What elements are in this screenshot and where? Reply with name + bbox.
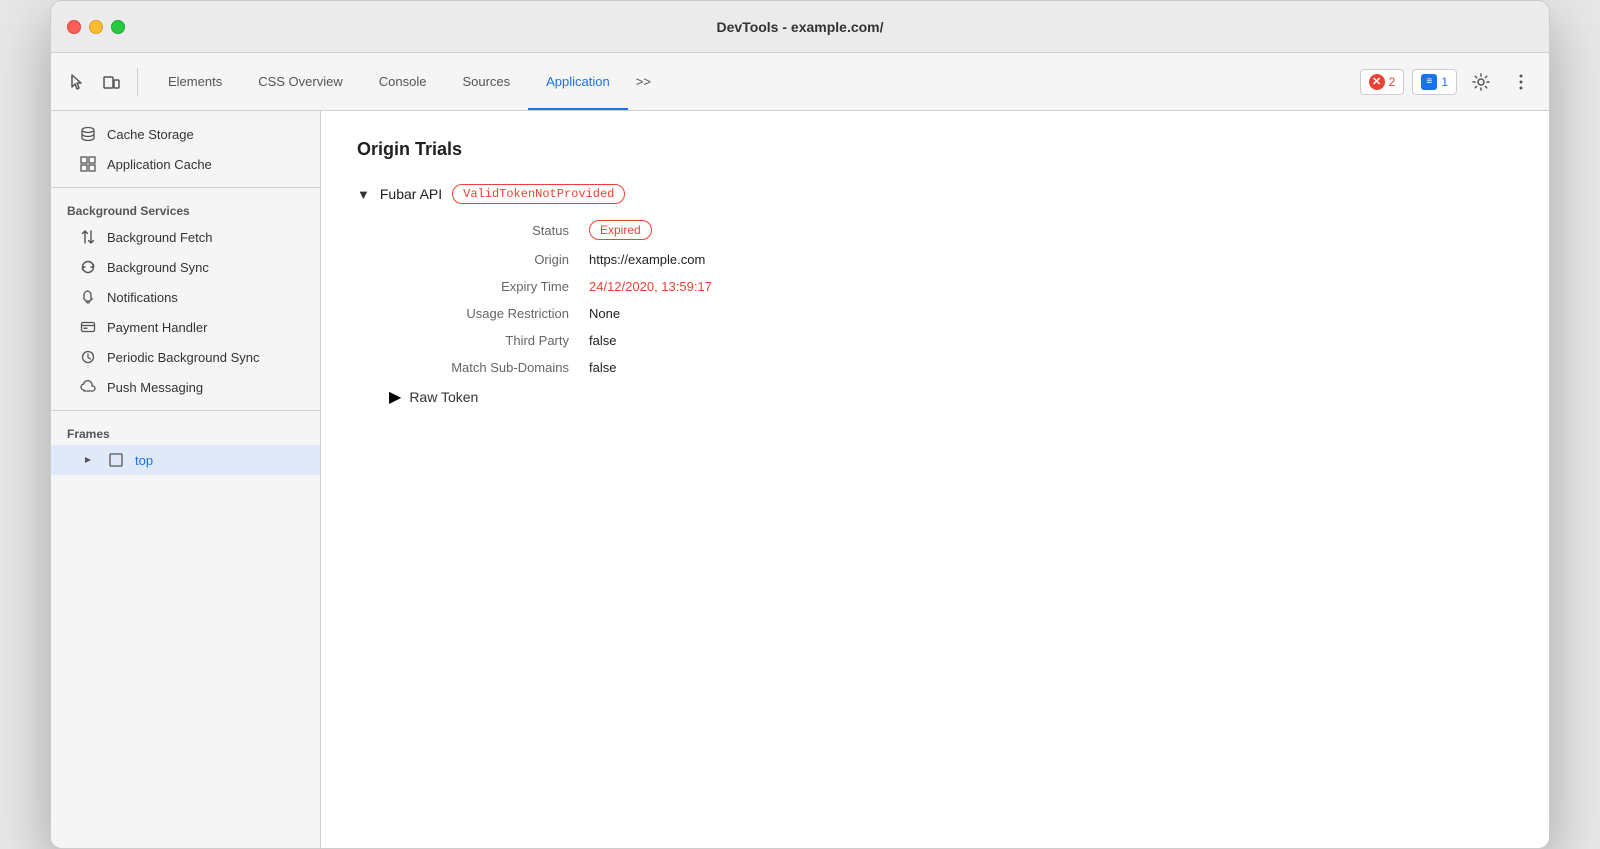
status-label: Status [389, 220, 589, 240]
sidebar-item-label: Cache Storage [107, 127, 194, 142]
tab-sources[interactable]: Sources [444, 53, 528, 110]
sidebar-item-notifications[interactable]: Notifications [51, 282, 320, 312]
match-subdomains-label: Match Sub-Domains [389, 360, 589, 375]
devtools-window: DevTools - example.com/ Elements CSS Ove [50, 0, 1550, 849]
card-icon [79, 318, 97, 336]
sidebar-item-application-cache[interactable]: Application Cache [51, 149, 320, 179]
tab-overflow[interactable]: >> [628, 53, 659, 110]
origin-trial-section: ▼ Fubar API ValidTokenNotProvided Status… [357, 184, 1513, 407]
traffic-lights [67, 20, 125, 34]
trial-name: Fubar API [380, 186, 442, 202]
settings-button[interactable] [1465, 66, 1497, 98]
minimize-button[interactable] [89, 20, 103, 34]
sidebar-item-payment-handler[interactable]: Payment Handler [51, 312, 320, 342]
frames-section-label: Frames [51, 419, 320, 445]
trial-toggle-button[interactable]: ▼ [357, 187, 370, 202]
sidebar-item-label: Application Cache [107, 157, 212, 172]
tab-console[interactable]: Console [361, 53, 445, 110]
expiry-label: Expiry Time [389, 279, 589, 294]
expired-badge: Expired [589, 220, 652, 240]
database-icon [79, 125, 97, 143]
error-badge-button[interactable]: ✕ 2 [1360, 69, 1405, 95]
close-button[interactable] [67, 20, 81, 34]
sidebar-item-push-messaging[interactable]: Push Messaging [51, 372, 320, 402]
cloud-icon [79, 378, 97, 396]
usage-restriction-label: Usage Restriction [389, 306, 589, 321]
third-party-value: false [589, 333, 1513, 348]
status-value: Expired [589, 220, 1513, 240]
sidebar-item-label: top [135, 453, 153, 468]
error-count: 2 [1389, 75, 1396, 89]
sidebar-item-background-sync[interactable]: Background Sync [51, 252, 320, 282]
sidebar-item-periodic-background-sync[interactable]: Periodic Background Sync [51, 342, 320, 372]
frame-icon [107, 451, 125, 469]
usage-restriction-value: None [589, 306, 1513, 321]
sidebar-item-label: Background Sync [107, 260, 209, 275]
third-party-label: Third Party [389, 333, 589, 348]
sidebar-item-background-fetch[interactable]: Background Fetch [51, 222, 320, 252]
sidebar-item-top-frame[interactable]: top [51, 445, 320, 475]
window-title: DevTools - example.com/ [716, 19, 883, 35]
tab-application[interactable]: Application [528, 53, 628, 110]
grid-icon [79, 155, 97, 173]
toolbar-icons [63, 68, 138, 96]
expand-icon [79, 451, 97, 469]
tab-css-overview[interactable]: CSS Overview [240, 53, 361, 110]
error-icon: ✕ [1369, 74, 1385, 90]
sidebar-item-label: Push Messaging [107, 380, 203, 395]
more-options-button[interactable] [1505, 66, 1537, 98]
tabs: Elements CSS Overview Console Sources Ap… [150, 53, 1360, 110]
trial-details: Status Expired Origin https://example.co… [357, 220, 1513, 375]
content-panel: Origin Trials ▼ Fubar API ValidTokenNotP… [321, 111, 1549, 848]
bell-icon [79, 288, 97, 306]
origin-value: https://example.com [589, 252, 1513, 267]
origin-label: Origin [389, 252, 589, 267]
sidebar: Cache Storage Application Cache Backgrou… [51, 111, 321, 848]
title-bar: DevTools - example.com/ [51, 1, 1549, 53]
main-layout: Cache Storage Application Cache Backgrou… [51, 111, 1549, 848]
raw-token-toggle[interactable]: ▶ [389, 387, 401, 407]
info-badge-button[interactable]: ≡ 1 [1412, 69, 1457, 95]
raw-token-row: ▶ Raw Token [357, 387, 1513, 407]
arrows-updown-icon [79, 228, 97, 246]
page-title: Origin Trials [357, 139, 1513, 160]
sidebar-divider-2 [51, 410, 320, 411]
clock-icon [79, 348, 97, 366]
background-services-label: Background Services [51, 196, 320, 222]
expiry-value: 24/12/2020, 13:59:17 [589, 279, 1513, 294]
sidebar-item-label: Payment Handler [107, 320, 207, 335]
sidebar-item-label: Periodic Background Sync [107, 350, 259, 365]
trial-header: ▼ Fubar API ValidTokenNotProvided [357, 184, 1513, 204]
select-element-button[interactable] [63, 68, 91, 96]
sidebar-item-label: Background Fetch [107, 230, 213, 245]
tab-elements[interactable]: Elements [150, 53, 240, 110]
sidebar-item-label: Notifications [107, 290, 178, 305]
device-toolbar-button[interactable] [97, 68, 125, 96]
sidebar-divider [51, 187, 320, 188]
info-count: 1 [1441, 75, 1448, 89]
trial-status-badge: ValidTokenNotProvided [452, 184, 625, 204]
toolbar-right: ✕ 2 ≡ 1 [1360, 66, 1537, 98]
sidebar-item-cache-storage[interactable]: Cache Storage [51, 119, 320, 149]
maximize-button[interactable] [111, 20, 125, 34]
sync-icon [79, 258, 97, 276]
info-icon: ≡ [1421, 74, 1437, 90]
match-subdomains-value: false [589, 360, 1513, 375]
raw-token-label[interactable]: Raw Token [409, 389, 478, 405]
toolbar: Elements CSS Overview Console Sources Ap… [51, 53, 1549, 111]
